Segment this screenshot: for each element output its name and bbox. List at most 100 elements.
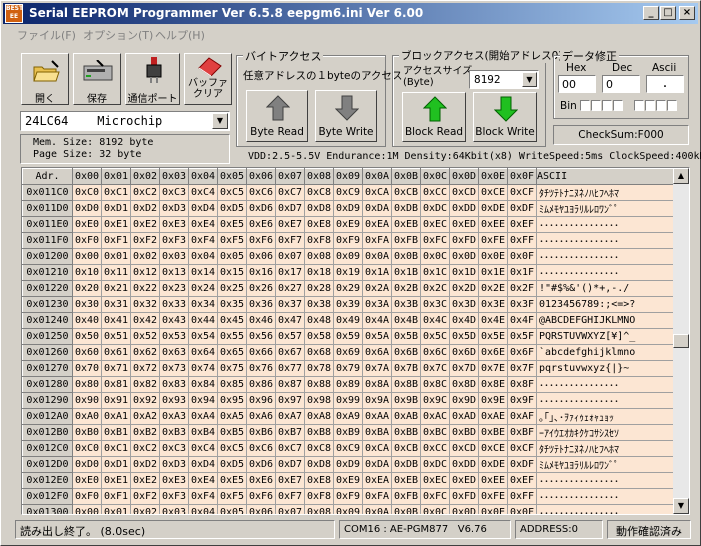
byte-cell[interactable]: 0x5A [362,328,392,345]
byte-cell[interactable]: 0x74 [188,360,218,377]
byte-cell[interactable]: 0xCA [362,440,392,457]
byte-cell[interactable]: 0x41 [101,312,131,329]
block-read-button[interactable]: Block Read [402,92,466,142]
byte-cell[interactable]: 0x3D [449,296,479,313]
byte-cell[interactable]: 0x91 [101,392,131,409]
byte-cell[interactable]: 0x83 [159,376,189,393]
byte-cell[interactable]: 0x24 [188,280,218,297]
byte-cell[interactable]: 0x62 [130,344,160,361]
byte-cell[interactable]: 0xEA [362,216,392,233]
byte-cell[interactable]: 0xAD [449,408,479,425]
ascii-input[interactable]: ･ [646,75,684,93]
block-write-button[interactable]: Block Write [473,92,537,142]
byte-cell[interactable]: 0xB5 [217,424,247,441]
byte-cell[interactable]: 0x11 [101,264,131,281]
byte-cell[interactable]: 0x33 [159,296,189,313]
byte-cell[interactable]: 0xB1 [101,424,131,441]
byte-cell[interactable]: 0x01 [101,504,131,514]
byte-cell[interactable]: 0xED [449,472,479,489]
byte-cell[interactable]: 0xE7 [275,472,305,489]
byte-cell[interactable]: 0xEC [420,472,450,489]
byte-cell[interactable]: 0x0E [478,248,508,265]
byte-cell[interactable]: 0xE0 [72,216,102,233]
byte-cell[interactable]: 0xD0 [72,456,102,473]
bin-bit[interactable] [580,100,590,111]
byte-cell[interactable]: 0xD2 [130,456,160,473]
byte-cell[interactable]: 0x5B [391,328,421,345]
byte-cell[interactable]: 0xFA [362,488,392,505]
byte-cell[interactable]: 0x7C [420,360,450,377]
byte-cell[interactable]: 0x56 [246,328,276,345]
byte-cell[interactable]: 0xEE [478,216,508,233]
byte-cell[interactable]: 0x8A [362,376,392,393]
byte-cell[interactable]: 0xAB [391,408,421,425]
byte-cell[interactable]: 0x71 [101,360,131,377]
byte-cell[interactable]: 0xD9 [333,456,363,473]
byte-cell[interactable]: 0xBE [478,424,508,441]
byte-cell[interactable]: 0x64 [188,344,218,361]
byte-cell[interactable]: 0xCE [478,440,508,457]
menu-help[interactable]: ヘルプ(H) [155,27,205,43]
byte-cell[interactable]: 0x5F [507,328,537,345]
menu-options[interactable]: オプション(T) [83,27,153,43]
scroll-up-arrow[interactable]: ▲ [673,168,689,184]
bin-bit[interactable] [634,100,644,111]
byte-cell[interactable]: 0x05 [217,248,247,265]
byte-cell[interactable]: 0x08 [304,248,334,265]
byte-cell[interactable]: 0x05 [217,504,247,514]
scroll-thumb[interactable] [673,334,689,348]
byte-cell[interactable]: 0xD5 [217,200,247,217]
byte-cell[interactable]: 0x0C [420,248,450,265]
byte-cell[interactable]: 0x61 [101,344,131,361]
byte-cell[interactable]: 0x02 [130,504,160,514]
byte-cell[interactable]: 0x53 [159,328,189,345]
byte-cell[interactable]: 0xEF [507,216,537,233]
byte-cell[interactable]: 0xBF [507,424,537,441]
byte-cell[interactable]: 0xD4 [188,200,218,217]
byte-cell[interactable]: 0xCD [449,184,479,201]
byte-cell[interactable]: 0xDF [507,456,537,473]
byte-cell[interactable]: 0x3C [420,296,450,313]
byte-cell[interactable]: 0x6E [478,344,508,361]
byte-cell[interactable]: 0x39 [333,296,363,313]
byte-cell[interactable]: 0x5C [420,328,450,345]
byte-cell[interactable]: 0xD1 [101,456,131,473]
byte-cell[interactable]: 0x46 [246,312,276,329]
byte-cell[interactable]: 0xBD [449,424,479,441]
byte-cell[interactable]: 0x2C [420,280,450,297]
bin-bit[interactable] [602,100,612,111]
bin-bit[interactable] [656,100,666,111]
byte-cell[interactable]: 0xAC [420,408,450,425]
byte-cell[interactable]: 0xE7 [275,216,305,233]
byte-cell[interactable]: 0xFD [449,488,479,505]
byte-cell[interactable]: 0x4E [478,312,508,329]
byte-cell[interactable]: 0x3E [478,296,508,313]
byte-cell[interactable]: 0xE3 [159,472,189,489]
byte-cell[interactable]: 0xA8 [304,408,334,425]
byte-cell[interactable]: 0xE1 [101,472,131,489]
byte-cell[interactable]: 0x14 [188,264,218,281]
byte-cell[interactable]: 0x70 [72,360,102,377]
byte-cell[interactable]: 0xC9 [333,440,363,457]
byte-cell[interactable]: 0x49 [333,312,363,329]
byte-cell[interactable]: 0xF8 [304,232,334,249]
byte-cell[interactable]: 0x94 [188,392,218,409]
byte-cell[interactable]: 0xA3 [159,408,189,425]
byte-cell[interactable]: 0xA7 [275,408,305,425]
byte-cell[interactable]: 0xCA [362,184,392,201]
byte-cell[interactable]: 0xE8 [304,472,334,489]
byte-cell[interactable]: 0x44 [188,312,218,329]
byte-cell[interactable]: 0x99 [333,392,363,409]
byte-cell[interactable]: 0x3F [507,296,537,313]
hex-input[interactable]: 00 [558,75,596,93]
byte-cell[interactable]: 0xA5 [217,408,247,425]
comm-port-button[interactable]: 通信ポート [125,53,180,105]
byte-cell[interactable]: 0x25 [217,280,247,297]
byte-cell[interactable]: 0xD3 [159,456,189,473]
byte-cell[interactable]: 0xB7 [275,424,305,441]
byte-cell[interactable]: 0x09 [333,248,363,265]
byte-cell[interactable]: 0xDE [478,200,508,217]
byte-cell[interactable]: 0xE9 [333,216,363,233]
byte-cell[interactable]: 0x96 [246,392,276,409]
byte-cell[interactable]: 0xE4 [188,216,218,233]
